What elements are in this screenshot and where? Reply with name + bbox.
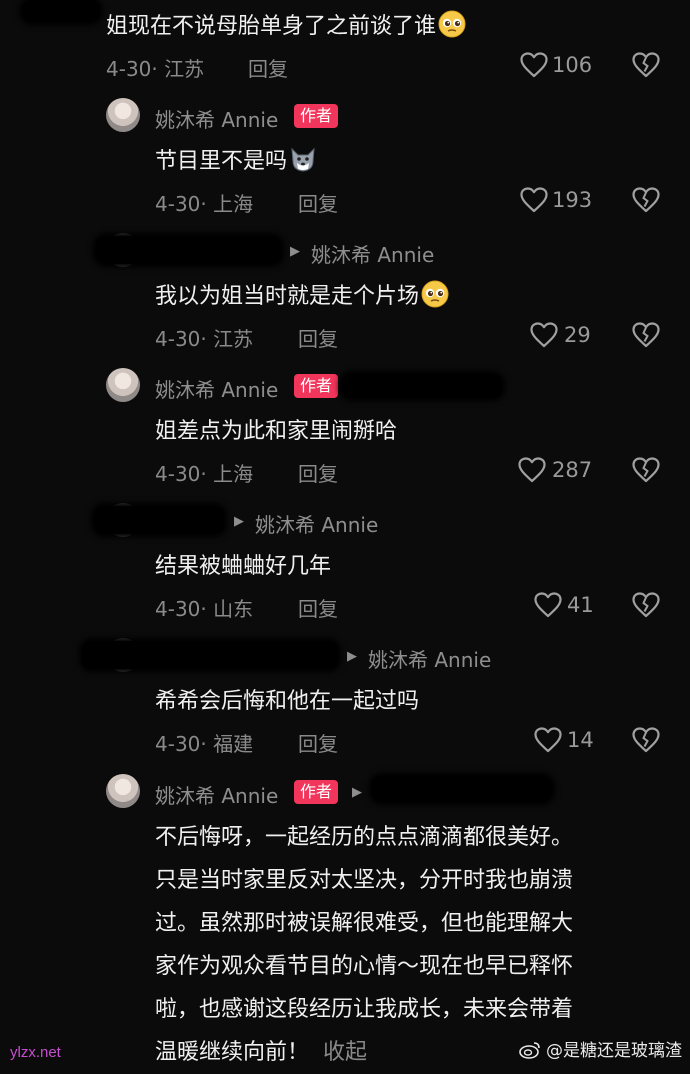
pleading-emoji-icon [438, 10, 466, 38]
dislike-broken-heart-icon[interactable] [632, 592, 660, 618]
like-count: 193 [552, 188, 593, 212]
reply-line: 啦，也感谢这段经历让我成长，未来会带着 [155, 997, 574, 1022]
collapse-button[interactable]: 收起 [323, 1040, 367, 1065]
author-avatar[interactable] [106, 368, 140, 402]
author-badge: 作者 [294, 780, 339, 804]
reply-line: 家作为观众看节目的心情～现在也早已释怀 [155, 954, 574, 979]
top-comment-date-location: 4-30· 江苏 [106, 57, 205, 81]
reply-to-arrow-icon: ▶ [234, 514, 244, 529]
reply-text: 我以为姐当时就是走个片场 [155, 278, 449, 310]
reply-date-location: 4-30· 福建 [155, 732, 254, 756]
author-name[interactable]: 姚沐希 Annie [155, 780, 278, 809]
reply-button[interactable]: 回复 [298, 323, 338, 352]
like-count: 29 [564, 323, 591, 347]
dislike-broken-heart-icon[interactable] [632, 727, 660, 753]
author-name[interactable]: 姚沐希 Annie [155, 374, 278, 403]
wolf-emoji-icon [289, 145, 317, 173]
redacted-avatar [22, 0, 100, 22]
reply-line: 只是当时家里反对太坚决，分开时我也崩溃 [155, 868, 574, 893]
author-badge: 作者 [294, 374, 339, 398]
like-count: 41 [567, 593, 594, 617]
redacted-reply-target [342, 374, 502, 398]
dislike-broken-heart-icon[interactable] [632, 322, 660, 348]
redacted-reply-target [372, 776, 552, 802]
like-count: 14 [567, 728, 594, 752]
reply-to-name[interactable]: 姚沐希 Annie [311, 239, 434, 268]
reply-text: 姐差点为此和家里闹掰哈 [155, 419, 398, 444]
reply-to-name[interactable]: 姚沐希 Annie [255, 509, 378, 538]
like-heart-icon[interactable] [520, 52, 548, 78]
redacted-username [94, 506, 224, 534]
reply-date-location: 4-30· 上海 [155, 192, 254, 216]
like-heart-icon[interactable] [530, 322, 558, 348]
dislike-broken-heart-icon[interactable] [632, 457, 660, 483]
reply-text: 结果被蛐蛐好几年 [155, 554, 332, 579]
reply-date-location: 4-30· 江苏 [155, 327, 254, 351]
like-heart-icon[interactable] [518, 457, 546, 483]
weibo-watermark: @是糖还是玻璃渣 [518, 1036, 682, 1061]
dislike-broken-heart-icon[interactable] [632, 52, 660, 78]
dislike-broken-heart-icon[interactable] [632, 187, 660, 213]
reply-button[interactable]: 回复 [248, 53, 288, 82]
reply-text: 节目里不是吗 [155, 143, 317, 175]
reply-line: 过。虽然那时被误解很难受，但也能理解大 [155, 911, 574, 936]
pleading-emoji-icon [421, 280, 449, 308]
author-avatar[interactable] [106, 774, 140, 808]
site-watermark: ylzx.net [10, 1044, 61, 1061]
like-count: 106 [552, 53, 593, 77]
redacted-username [96, 236, 281, 264]
like-heart-icon[interactable] [534, 592, 562, 618]
like-heart-icon[interactable] [534, 727, 562, 753]
reply-button[interactable]: 回复 [298, 188, 338, 217]
reply-text: 希希会后悔和他在一起过吗 [155, 689, 420, 714]
top-comment-text: 姐现在不说母胎单身了之前谈了谁 [106, 8, 466, 40]
reply-date-location: 4-30· 上海 [155, 462, 254, 486]
reply-line: 不后悔呀，一起经历的点点滴滴都很美好。 [155, 825, 574, 850]
reply-to-arrow-icon: ▶ [352, 785, 362, 800]
author-name[interactable]: 姚沐希 Annie [155, 104, 278, 133]
weibo-logo-icon [518, 1042, 540, 1059]
like-count: 287 [552, 458, 593, 482]
reply-button[interactable]: 回复 [298, 728, 338, 757]
reply-to-arrow-icon: ▶ [290, 244, 300, 259]
reply-to-name[interactable]: 姚沐希 Annie [368, 644, 491, 673]
author-avatar[interactable] [106, 98, 140, 132]
like-heart-icon[interactable] [520, 187, 548, 213]
redacted-username [82, 641, 338, 669]
reply-date-location: 4-30· 山东 [155, 597, 254, 621]
reply-button[interactable]: 回复 [298, 458, 338, 487]
author-badge: 作者 [294, 104, 339, 128]
reply-to-arrow-icon: ▶ [347, 649, 357, 664]
reply-button[interactable]: 回复 [298, 593, 338, 622]
